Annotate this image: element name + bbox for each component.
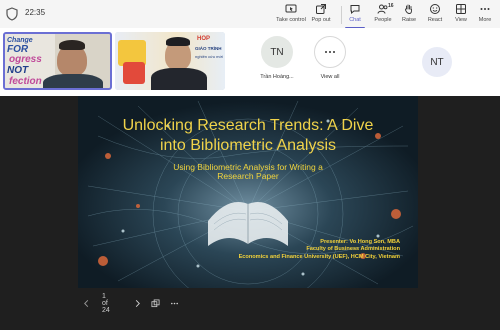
more-button[interactable]: More [470, 3, 500, 27]
slide-sorter-button[interactable] [151, 296, 160, 310]
page-indicator: 1 of 24 [102, 292, 110, 314]
view-all-label: View all [320, 74, 340, 80]
next-slide-button[interactable] [133, 296, 142, 310]
slide-credits: Presenter: Vo Hong Son, MBA Faculty of B… [239, 239, 400, 261]
chat-icon [350, 5, 360, 15]
slide-more-options-button[interactable] [170, 296, 179, 310]
pop-out-label: Pop out [311, 17, 331, 23]
avatar: TN [261, 36, 293, 68]
participant-video-tile-1[interactable]: Change FOR ogress NOT fection [3, 32, 112, 90]
more-icon [480, 8, 490, 10]
self-avatar-nt[interactable]: NT [422, 47, 452, 77]
react-icon [430, 4, 440, 14]
more-icon [170, 302, 179, 304]
shared-content-stage: Unlocking Research Trends: A Dive into B… [0, 96, 500, 330]
participant-hair [59, 40, 85, 50]
people-count-badge: 16 [388, 3, 394, 9]
poster-text-line: GIÁO TRÌNH [195, 46, 222, 51]
previous-slide-button[interactable] [82, 296, 91, 310]
slide-title: Unlocking Research Trends: A Dive into B… [78, 116, 418, 156]
take-control-icon [285, 4, 297, 13]
poster-text-line: HOP [197, 36, 211, 42]
participant-shirt [43, 74, 103, 88]
slide-subtitle: Using Bibliometric Analysis for Writing … [138, 163, 358, 181]
pop-out-button[interactable]: Pop out [306, 3, 336, 27]
participant-hair [166, 37, 190, 46]
chat-button[interactable]: Chat [340, 3, 370, 29]
participant-avatar-tn[interactable]: TN Trần Hoàng... [257, 36, 297, 80]
slide-subtitle-line: Research Paper [217, 171, 279, 181]
more-label: More [478, 17, 492, 23]
presenter-line: Presenter: Vo Hong Son, MBA [320, 239, 400, 245]
take-control-label: Take control [276, 17, 306, 23]
pop-out-icon [316, 4, 326, 14]
meeting-toolbar: 22:35 Take control Pop out Chat 16 Peopl… [0, 0, 500, 29]
faculty-line: Faculty of Business Administration [306, 246, 400, 253]
slide-title-line: Unlocking Research Trends: A Dive [122, 117, 374, 134]
participant-video-tile-2[interactable]: HOP GIÁO TRÌNH nghiên cứu mới [115, 32, 225, 90]
participant-name: Trần Hoàng... [260, 74, 294, 80]
take-control-button[interactable]: Take control [276, 3, 306, 27]
chevron-left-icon [84, 299, 89, 307]
poster-text-line: nghiên cứu mới [195, 54, 223, 59]
shield-icon [6, 7, 18, 21]
copy-slides-icon [151, 298, 160, 307]
more-participants-icon [314, 36, 346, 68]
poster-graphic [123, 62, 145, 84]
presentation-slide[interactable]: Unlocking Research Trends: A Dive into B… [78, 96, 418, 288]
poster-text-line: ogress [9, 54, 42, 65]
slide-title-line: into Bibliometric Analysis [159, 137, 337, 154]
poster-text-line: NOT [7, 65, 29, 76]
chevron-right-icon [135, 299, 140, 307]
chat-label: Chat [349, 17, 361, 23]
view-grid-icon [456, 4, 466, 14]
view-all-button[interactable]: View all [310, 36, 350, 80]
poster-text-line: fection [9, 76, 42, 87]
participant-shirt [151, 68, 207, 90]
raise-hand-icon [405, 4, 412, 14]
meeting-time: 22:35 [25, 8, 46, 17]
university-line: Economics and Finance University (UEF), … [238, 253, 400, 260]
